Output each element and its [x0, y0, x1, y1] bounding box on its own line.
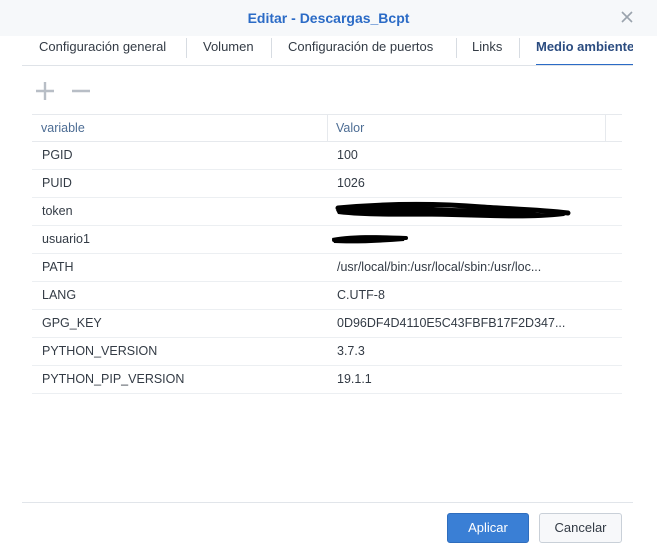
column-header-variable[interactable]: variable	[32, 115, 327, 142]
variable-cell: usuario1	[42, 232, 90, 246]
active-tab-indicator	[536, 64, 633, 65]
value-cell[interactable]: 1026	[327, 170, 572, 197]
value-cell[interactable]: 3.7.3	[327, 338, 572, 365]
table-row[interactable]: PYTHON_PIP_VERSION 19.1.1	[32, 366, 622, 394]
variable-cell: PYTHON_PIP_VERSION	[42, 372, 185, 386]
variable-cell: token	[42, 204, 73, 218]
tab-divider	[271, 38, 272, 58]
minus-icon[interactable]	[70, 80, 92, 102]
tab-links[interactable]: Links	[472, 36, 503, 65]
edit-dialog: Editar - Descargas_Bcpt Configuración ge…	[0, 0, 657, 549]
cancel-button[interactable]: Cancelar	[539, 513, 622, 543]
dialog-titlebar: Editar - Descargas_Bcpt	[0, 0, 657, 36]
variable-cell: PATH	[42, 260, 74, 274]
tab-medio-ambiente[interactable]: Medio ambiente	[536, 36, 633, 65]
plus-icon[interactable]	[34, 80, 56, 102]
value-cell[interactable]: 19.1.1	[327, 366, 572, 393]
env-variable-grid: variable Valor PGID 100 PUID 1026 token …	[32, 114, 622, 394]
grid-header: variable Valor	[32, 114, 622, 142]
tab-bar: Configuración general Volumen Configurac…	[22, 36, 633, 66]
tab-divider	[456, 38, 457, 58]
value-cell[interactable]: 0D96DF4D4110E5C43FBFB17F2D347...	[327, 310, 572, 337]
table-row[interactable]: PATH /usr/local/bin:/usr/local/sbin:/usr…	[32, 254, 622, 282]
tab-configuracion-puertos[interactable]: Configuración de puertos	[288, 36, 434, 65]
tab-label: Volumen	[203, 39, 254, 54]
dialog-title: Editar - Descargas_Bcpt	[247, 10, 410, 26]
apply-button[interactable]: Aplicar	[447, 513, 529, 543]
redaction-scribble	[332, 235, 408, 244]
table-row[interactable]: PYTHON_VERSION 3.7.3	[32, 338, 622, 366]
tab-label: Configuración de puertos	[288, 39, 434, 54]
tab-volumen[interactable]: Volumen	[203, 36, 254, 65]
dialog-footer: Aplicar Cancelar	[22, 502, 633, 549]
tab-label: Links	[472, 39, 503, 54]
tab-label: Medio ambiente	[536, 39, 633, 54]
table-row[interactable]: token	[32, 198, 622, 226]
tab-divider	[186, 38, 187, 58]
variable-cell: PUID	[42, 176, 72, 190]
column-header-valor[interactable]: Valor	[327, 115, 605, 142]
value-cell[interactable]: /usr/local/bin:/usr/local/sbin:/usr/loc.…	[327, 254, 572, 281]
value-cell[interactable]: C.UTF-8	[327, 282, 572, 309]
redaction-scribble	[335, 201, 571, 219]
variable-cell: PYTHON_VERSION	[42, 344, 158, 358]
table-row[interactable]: LANG C.UTF-8	[32, 282, 622, 310]
table-row[interactable]: PUID 1026	[32, 170, 622, 198]
value-cell[interactable]: 100	[327, 142, 572, 169]
tab-label: Configuración general	[39, 39, 167, 54]
variable-cell: LANG	[42, 288, 77, 302]
variable-cell: GPG_KEY	[42, 316, 102, 330]
table-row[interactable]: usuario1	[32, 226, 622, 254]
table-row[interactable]: GPG_KEY 0D96DF4D4110E5C43FBFB17F2D347...	[32, 310, 622, 338]
close-icon[interactable]	[619, 9, 635, 25]
tab-configuracion-general[interactable]: Configuración general	[39, 36, 167, 65]
column-divider	[605, 115, 606, 142]
tab-divider	[519, 38, 520, 58]
variable-cell: PGID	[42, 148, 73, 162]
table-row[interactable]: PGID 100	[32, 142, 622, 170]
